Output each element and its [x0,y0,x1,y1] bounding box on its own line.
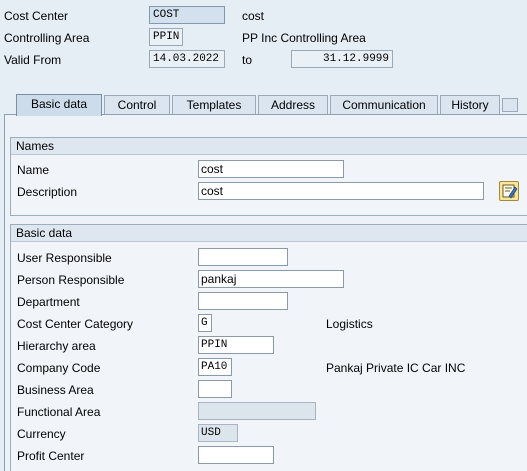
tab-history[interactable]: History [440,95,500,115]
tab-basic-data[interactable]: Basic data [16,94,102,116]
company-code-label: Company Code [17,361,101,375]
valid-from-field[interactable]: 14.03.2022 [149,50,225,68]
business-area-label: Business Area [17,383,94,397]
cost-center-field[interactable]: COST [149,6,225,24]
company-code-field[interactable]: PA10 [198,358,232,376]
tab-address[interactable]: Address [258,95,328,115]
profit-center-label: Profit Center [17,449,85,463]
tab-communication[interactable]: Communication [330,95,438,115]
business-area-field[interactable] [198,380,232,398]
tab-scroll-icon[interactable] [502,98,518,112]
cost-center-category-label: Cost Center Category [17,317,134,331]
company-code-text: Pankaj Private IC Car INC [326,361,466,375]
department-field[interactable] [198,292,288,310]
person-responsible-field[interactable]: pankaj [198,270,344,288]
valid-to-field[interactable]: 31.12.9999 [291,50,393,68]
description-field[interactable]: cost [198,182,484,200]
name-field[interactable]: cost [198,160,344,178]
hierarchy-area-field[interactable]: PPIN [198,336,274,354]
person-responsible-label: Person Responsible [17,273,125,287]
user-responsible-field[interactable] [198,248,288,266]
hierarchy-area-label: Hierarchy area [17,339,96,353]
cost-center-label: Cost Center [4,9,69,23]
controlling-area-text: PP Inc Controlling Area [242,31,366,45]
name-label: Name [17,163,50,177]
profit-center-field[interactable] [198,446,274,464]
controlling-area-label: Controlling Area [4,31,90,45]
cost-center-text: cost [242,9,265,23]
currency-field: USD [198,424,238,442]
edit-long-text-icon[interactable] [499,181,519,201]
basic-data-group-title: Basic data [11,225,527,242]
department-label: Department [17,295,80,309]
valid-to-label: to [242,53,253,67]
controlling-area-field[interactable]: PPIN [149,28,183,46]
tab-control[interactable]: Control [104,95,170,115]
user-responsible-label: User Responsible [17,251,112,265]
functional-area-label: Functional Area [17,405,101,419]
tab-templates[interactable]: Templates [172,95,256,115]
functional-area-field [198,402,316,420]
valid-from-label: Valid From [4,53,62,67]
currency-label: Currency [17,427,66,441]
description-label: Description [17,185,78,199]
cost-center-category-text: Logistics [326,317,373,331]
cost-center-category-field[interactable]: G [198,314,212,332]
names-group-title: Names [11,138,527,155]
